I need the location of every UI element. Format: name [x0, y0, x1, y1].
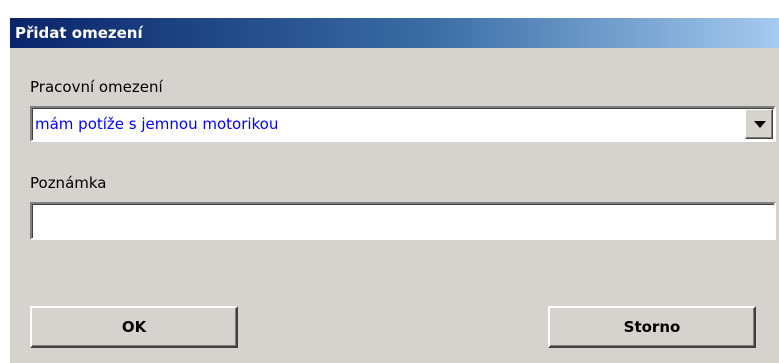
note-label: Poznámka [30, 174, 107, 192]
cancel-button[interactable]: Storno [548, 306, 756, 348]
add-constraint-dialog: Přidat omezení Pracovní omezení mám potí… [9, 18, 779, 363]
chevron-down-icon [754, 121, 766, 128]
note-input[interactable] [30, 202, 776, 240]
work-constraint-select[interactable]: mám potíže s jemnou motorikou [30, 106, 776, 142]
dialog-title: Přidat omezení [15, 24, 143, 42]
dropdown-button[interactable] [745, 109, 773, 139]
dialog-titlebar[interactable]: Přidat omezení [10, 18, 779, 48]
work-constraint-selected-value: mám potíže s jemnou motorikou [35, 115, 279, 133]
work-constraint-label: Pracovní omezení [30, 78, 163, 96]
ok-button[interactable]: OK [30, 306, 238, 348]
